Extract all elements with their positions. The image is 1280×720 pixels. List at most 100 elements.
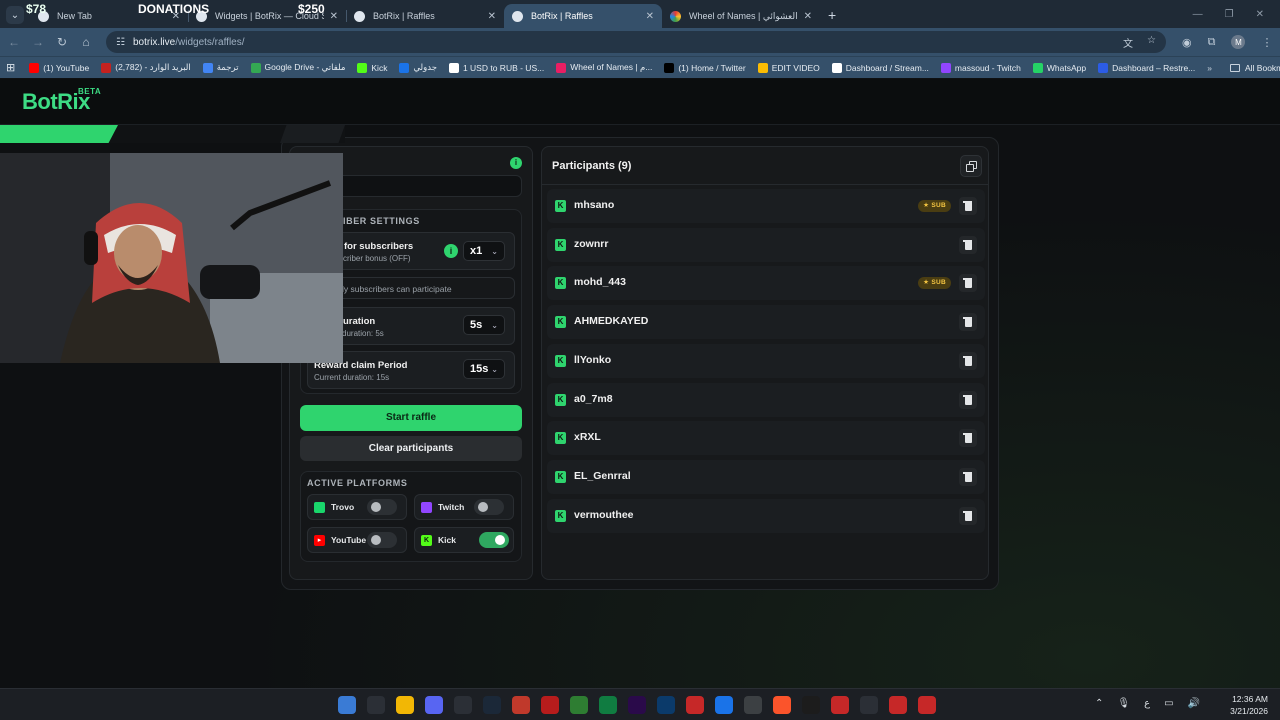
capcut-icon[interactable]	[802, 696, 820, 714]
app-icon[interactable]	[889, 696, 907, 714]
microphone-icon[interactable]: 🎙	[1117, 698, 1130, 709]
participant-row: Kmohd_443 ★ SUB	[547, 266, 985, 301]
bonus-multiplier-select[interactable]: x1 ⌄	[463, 241, 505, 261]
delete-participant-button[interactable]	[959, 351, 977, 370]
apps-grid-icon[interactable]: ⊞	[6, 61, 15, 74]
app-icon[interactable]	[512, 696, 530, 714]
bookmark-label: Dashboard / Stream...	[845, 62, 929, 73]
photoshop-icon[interactable]	[657, 696, 675, 714]
close-tab-icon[interactable]: ✕	[646, 11, 654, 22]
trovo-toggle[interactable]	[367, 499, 397, 515]
bookmark-item[interactable]: massoud - Twitch	[940, 62, 1021, 73]
delete-participant-button[interactable]	[959, 274, 977, 293]
windows-start-icon[interactable]	[338, 696, 356, 714]
discord-icon[interactable]	[425, 696, 443, 714]
file-explorer-icon[interactable]	[396, 696, 414, 714]
bookmark-item[interactable]: Google Drive - ملفاتي	[250, 62, 345, 73]
bookmark-item[interactable]: Kick	[357, 62, 387, 73]
back-icon[interactable]: ←	[2, 35, 26, 49]
bookmark-item[interactable]: (1) YouTube	[29, 62, 89, 73]
trash-icon	[964, 319, 972, 328]
reward-claim-select[interactable]: 15s ⌄	[463, 359, 505, 379]
bonus-info-icon[interactable]: i	[444, 244, 458, 258]
chevron-up-icon[interactable]: ⌃	[1095, 698, 1103, 709]
obs-icon[interactable]	[744, 696, 762, 714]
delete-participant-button[interactable]	[959, 197, 977, 215]
delete-participant-button[interactable]	[959, 235, 977, 254]
app-icon[interactable]	[860, 696, 878, 714]
sub-badge: ★ SUB	[918, 277, 951, 290]
clock[interactable]: 12:36 AM 3/21/2026	[1230, 693, 1268, 717]
address-bar[interactable]: ☷ botrix.live/widgets/raffles/ 文 ☆	[106, 31, 1166, 53]
chrome-icon[interactable]	[715, 696, 733, 714]
kick-icon: K	[555, 316, 566, 329]
reload-icon[interactable]: ↻	[50, 35, 74, 49]
bookmark-item[interactable]: جدولي	[399, 62, 437, 73]
bookmark-star-icon[interactable]: ☆	[1147, 35, 1156, 50]
tab-raffles[interactable]: BotRix | Raffles ✕	[346, 4, 504, 28]
language-indicator[interactable]: ع	[1144, 698, 1150, 709]
search-icon[interactable]	[367, 696, 385, 714]
participant-row: Ka0_7m8	[547, 382, 985, 417]
youtube-toggle[interactable]	[367, 532, 397, 548]
delete-participant-button[interactable]	[959, 313, 977, 332]
info-icon[interactable]: i	[510, 157, 522, 169]
participant-name: vermouthee	[574, 508, 634, 521]
network-icon[interactable]: ▭	[1164, 698, 1173, 709]
close-tab-icon[interactable]: ✕	[488, 11, 496, 22]
bookmark-item[interactable]: EDIT VIDEO	[757, 62, 820, 73]
bookmark-label: جدولي	[413, 62, 437, 72]
start-raffle-button[interactable]: Start raffle	[300, 405, 522, 431]
bookmark-favicon-icon	[357, 62, 368, 73]
extensions-puzzle-icon[interactable]: ⧉	[1208, 36, 1216, 49]
bookmark-item[interactable]: Wheel of Names | م...	[556, 62, 652, 73]
premiere-icon[interactable]	[628, 696, 646, 714]
tab-search-icon[interactable]: ⌄	[6, 6, 24, 24]
copy-participants-button[interactable]	[960, 155, 982, 177]
app-icon[interactable]	[570, 696, 588, 714]
menu-kebab-icon[interactable]: ⋮	[1261, 36, 1272, 49]
delete-participant-button[interactable]	[959, 390, 977, 409]
app-icon[interactable]	[686, 696, 704, 714]
tab-wheel-of-names[interactable]: Wheel of Names | اسم العشوائي ✕	[662, 4, 820, 28]
media-player-icon[interactable]	[454, 696, 472, 714]
delete-participant-button[interactable]	[959, 467, 977, 486]
bookmark-item[interactable]: WhatsApp	[1032, 62, 1086, 73]
excel-icon[interactable]	[599, 696, 617, 714]
app-icon[interactable]	[918, 696, 936, 714]
bookmark-item[interactable]: (1) Home / Twitter	[664, 62, 746, 73]
home-icon[interactable]: ⌂	[74, 35, 98, 49]
app-icon[interactable]	[541, 696, 559, 714]
kick-toggle[interactable]	[479, 532, 509, 548]
tab-raffles-active[interactable]: BotRix | Raffles ✕	[504, 4, 662, 28]
brave-icon[interactable]	[773, 696, 791, 714]
bookmark-item[interactable]: Dashboard / Stream...	[831, 62, 929, 73]
profile-avatar[interactable]: M	[1231, 35, 1246, 49]
bookmark-item[interactable]: Dashboard – Restre...	[1098, 62, 1195, 73]
close-tab-icon[interactable]: ✕	[804, 11, 812, 22]
twitch-toggle[interactable]	[474, 499, 504, 515]
bookmark-item[interactable]: البريد الوارد - (2,782)	[101, 62, 191, 73]
site-info-icon[interactable]: ☷	[116, 37, 125, 48]
bookmark-item[interactable]: 1 USD to RUB - US...	[448, 62, 544, 73]
more-bookmarks-icon[interactable]: »	[1207, 63, 1212, 73]
new-tab-button[interactable]: +	[828, 7, 836, 23]
subscriber-settings-heading: IBER SETTINGS	[343, 216, 420, 226]
bookmark-item[interactable]: ترجمة	[202, 62, 239, 73]
raffle-duration-select[interactable]: 5s ⌄	[463, 315, 505, 335]
translate-icon[interactable]: 文	[1123, 35, 1133, 50]
all-bookmarks-button[interactable]: All Bookmarks	[1230, 63, 1280, 73]
extension-icon[interactable]: ◉	[1182, 36, 1192, 49]
delete-participant-button[interactable]	[959, 506, 977, 525]
clear-participants-button[interactable]: Clear participants	[300, 436, 522, 461]
close-window-button[interactable]: ✕	[1256, 9, 1264, 20]
forward-icon[interactable]: →	[26, 35, 50, 49]
steam-icon[interactable]	[483, 696, 501, 714]
app-icon[interactable]	[831, 696, 849, 714]
maximize-button[interactable]: ❐	[1225, 9, 1234, 20]
close-tab-icon[interactable]: ✕	[330, 11, 338, 22]
delete-participant-button[interactable]	[959, 429, 977, 448]
botrix-logo[interactable]: BotRix BETA	[22, 87, 101, 115]
minimize-button[interactable]: —	[1193, 9, 1203, 20]
volume-icon[interactable]: 🔊	[1188, 698, 1200, 709]
